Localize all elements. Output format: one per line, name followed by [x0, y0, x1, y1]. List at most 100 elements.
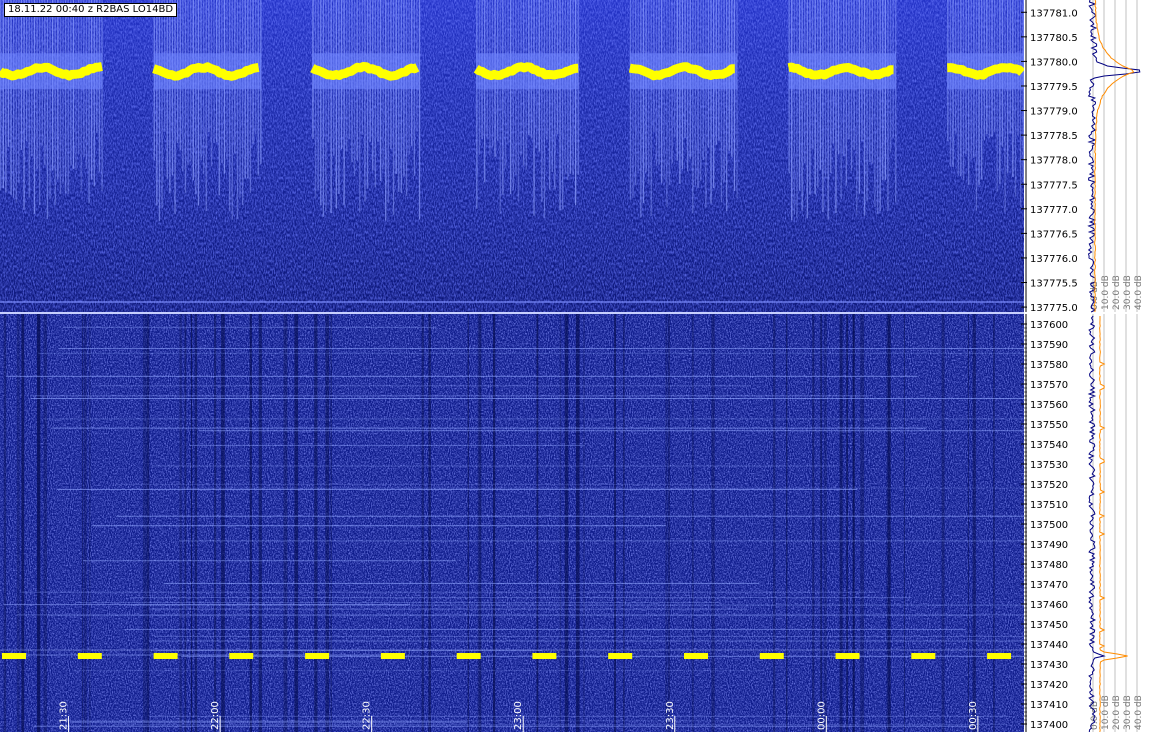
top-streak — [359, 0, 361, 213]
top-streak — [46, 0, 49, 219]
top-streak — [33, 0, 36, 214]
top-streak — [635, 0, 637, 186]
bottom-freq-label: 137400 — [1030, 720, 1068, 731]
top-streak — [166, 0, 168, 179]
top-freq-label: 137777.5 — [1030, 180, 1078, 191]
bottom-carrier-line — [31, 398, 1025, 399]
top-streak — [874, 0, 876, 207]
top-streak — [247, 0, 249, 179]
bottom-carrier-line — [59, 348, 1025, 349]
bottom-carrier-line — [116, 515, 1025, 517]
top-streak — [366, 0, 369, 189]
top-streak — [101, 0, 103, 191]
top-streak — [543, 0, 546, 218]
top-streak — [392, 0, 395, 215]
bottom-carrier-line — [189, 444, 585, 446]
bottom-carrier-line — [124, 628, 966, 630]
beacon-burst — [759, 653, 784, 659]
top-streak — [962, 0, 965, 181]
top-db-label: 40.0 dB — [1134, 275, 1144, 310]
top-bottom-line — [0, 301, 1024, 303]
bottom-waterfall: 21:30 22:00 22:30 23:00 23:30 00:00 00:30 — [0, 314, 1025, 732]
top-streak — [330, 0, 332, 213]
top-streak — [174, 0, 176, 214]
top-streak — [562, 0, 564, 210]
bottom-carrier-line — [65, 720, 734, 722]
bottom-freq-label: 137430 — [1030, 660, 1068, 671]
top-streak — [999, 0, 1001, 184]
top-streak — [827, 0, 829, 220]
bottom-carrier-line — [115, 483, 731, 485]
top-streak — [484, 0, 486, 183]
bottom-carrier-line — [199, 430, 1025, 432]
bottom-carrier-line — [62, 326, 437, 328]
top-freq-label: 137775.0 — [1030, 303, 1078, 314]
top-streak — [67, 0, 69, 195]
top-streak — [242, 0, 244, 205]
top-streak — [322, 0, 324, 217]
top-streak — [62, 0, 64, 185]
bottom-carrier-line — [3, 604, 411, 606]
top-streak — [320, 0, 322, 206]
bottom-carrier-line — [149, 608, 748, 610]
beacon-burst — [684, 653, 708, 659]
bottom-dark-stripe — [972, 314, 976, 732]
bottom-carrier-line — [47, 615, 975, 617]
beacon-burst — [2, 653, 26, 659]
top-streak — [814, 0, 816, 195]
top-streak — [733, 0, 736, 192]
top-streak — [93, 0, 95, 187]
top-streak — [720, 0, 723, 203]
bottom-carrier-line — [56, 488, 858, 490]
top-streak — [541, 0, 543, 202]
top-streak — [650, 0, 652, 216]
top-streak — [236, 0, 239, 219]
top-streak — [1022, 0, 1024, 183]
top-streak — [575, 0, 577, 206]
bottom-freq-label: 137420 — [1030, 680, 1068, 691]
bottom-carrier-line — [30, 395, 869, 397]
top-streak — [876, 0, 879, 215]
bottom-carrier-line — [33, 725, 974, 727]
beacon-burst — [608, 653, 633, 659]
beacon-burst — [305, 653, 330, 659]
top-streak — [567, 0, 569, 181]
beacon-burst — [153, 653, 178, 659]
top-streak — [317, 0, 319, 191]
top-streak — [156, 0, 158, 206]
top-streak — [817, 0, 819, 188]
top-streak — [975, 0, 978, 211]
top-streak — [692, 0, 694, 214]
top-streak — [549, 0, 551, 190]
top-streak — [642, 0, 645, 204]
top-streak — [554, 0, 556, 190]
top-streak — [895, 0, 897, 203]
top-streak — [39, 0, 41, 205]
top-streak — [405, 0, 408, 196]
bottom-freq-label: 137560 — [1030, 400, 1068, 411]
time-label: 23:00 — [513, 701, 524, 730]
bottom-carrier-line — [14, 654, 404, 656]
time-label: 21:30 — [59, 701, 70, 730]
bottom-carrier-line — [44, 418, 1024, 420]
top-streak — [710, 0, 712, 204]
top-streak — [10, 0, 12, 195]
beacon-burst — [911, 653, 936, 659]
bottom-freq-label: 137410 — [1030, 700, 1068, 711]
top-db-label: 10.0 dB — [1101, 275, 1111, 310]
bottom-carrier-line — [70, 721, 467, 723]
bottom-carrier-line — [91, 525, 667, 527]
bottom-carrier-line — [21, 591, 876, 593]
time-label: 23:30 — [665, 701, 676, 730]
beacon-burst — [456, 653, 481, 659]
top-streak — [364, 0, 366, 202]
top-streak — [629, 0, 632, 200]
bottom-db-label: 20.0 dB — [1112, 695, 1122, 730]
top-db-label: 20.0 dB — [1112, 275, 1122, 310]
bottom-freq-label: 137470 — [1030, 580, 1068, 591]
top-streak — [559, 0, 561, 211]
top-streak — [1014, 0, 1017, 197]
bottom-freq-label: 137530 — [1030, 460, 1068, 471]
top-freq-label: 137780.0 — [1030, 57, 1078, 68]
top-streak — [822, 0, 824, 213]
